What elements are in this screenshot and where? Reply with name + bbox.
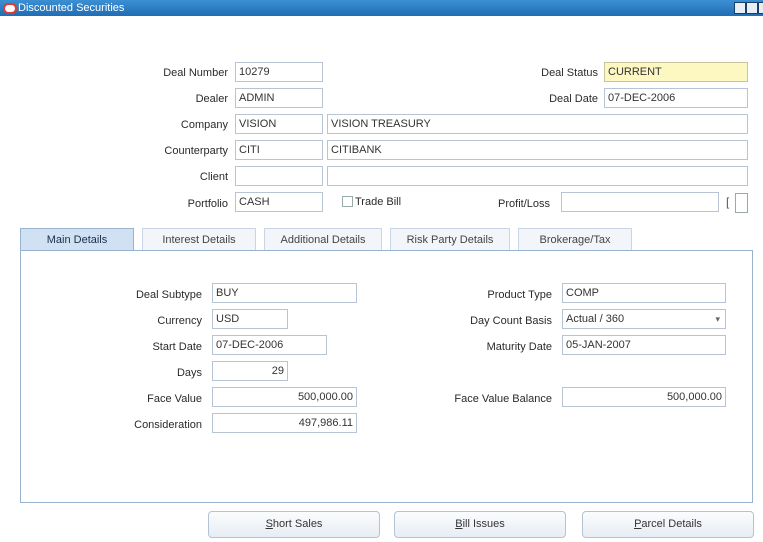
maturity-date-field[interactable]: 05-JAN-2007 [562,335,726,355]
start-date-label: Start Date [152,341,202,353]
deal-status-field[interactable]: CURRENT [604,62,748,82]
client-label: Client [199,171,228,183]
counterparty-name-field[interactable]: CITIBANK [327,140,748,160]
counterparty-label: Counterparty [164,145,228,157]
minimize-icon[interactable] [734,2,746,14]
deal-date-label: Deal Date [549,93,598,105]
company-name-field[interactable]: VISION TREASURY [327,114,748,134]
deal-status-label: Deal Status [541,67,598,79]
trade-bill-checkbox[interactable] [342,196,353,207]
oracle-logo-icon [3,3,17,14]
dealer-field[interactable]: ADMIN [235,88,323,108]
short-sales-button[interactable]: Short Sales [208,511,380,538]
deal-subtype-label: Deal Subtype [135,289,202,301]
face-value-balance-label: Face Value Balance [454,393,552,405]
currency-label: Currency [157,315,202,327]
tab-main-details[interactable]: Main Details [20,228,134,250]
short-sales-accel: S [265,518,273,530]
currency-field[interactable]: USD [212,309,288,329]
day-count-basis-label: Day Count Basis [470,315,552,327]
product-type-field[interactable]: COMP [562,283,726,303]
maximize-icon[interactable] [746,2,758,14]
bracket-glyph: [ [726,195,730,209]
client-code-field[interactable] [235,166,323,186]
day-count-basis-value: Actual / 360 [566,313,625,325]
bill-issues-accel: B [455,518,463,530]
descriptive-flexfield-button[interactable] [735,193,748,213]
company-code-field[interactable]: VISION [235,114,323,134]
tab-risk-party-details[interactable]: Risk Party Details [390,228,510,250]
face-value-balance-field[interactable]: 500,000.00 [562,387,726,407]
days-field[interactable]: 29 [212,361,288,381]
deal-number-field[interactable]: 10279 [235,62,323,82]
portfolio-field[interactable]: CASH [235,192,323,212]
close-icon[interactable] [758,2,763,14]
tab-interest-details[interactable]: Interest Details [142,228,256,250]
bill-issues-label: ill Issues [462,518,505,530]
days-label: Days [176,367,202,379]
start-date-field[interactable]: 07-DEC-2006 [212,335,327,355]
bill-issues-button[interactable]: Bill Issues [394,511,566,538]
window-title: Discounted Securities [18,2,125,14]
face-value-label: Face Value [147,393,202,405]
profit-loss-field[interactable] [561,192,719,212]
face-value-field[interactable]: 500,000.00 [212,387,357,407]
product-type-label: Product Type [487,289,552,301]
dealer-label: Dealer [195,93,228,105]
parcel-details-button[interactable]: Parcel Details [582,511,754,538]
company-label: Company [180,119,228,131]
tab-brokerage-tax[interactable]: Brokerage/Tax [518,228,632,250]
parcel-details-label: arcel Details [641,518,702,530]
deal-subtype-field[interactable]: BUY [212,283,357,303]
day-count-basis-select[interactable]: Actual / 360 ▾ [562,309,726,329]
deal-date-field[interactable]: 07-DEC-2006 [604,88,748,108]
short-sales-label: hort Sales [272,518,323,530]
consideration-field[interactable]: 497,986.11 [212,413,357,433]
profit-loss-label: Profit/Loss [498,198,550,210]
counterparty-code-field[interactable]: CITI [235,140,323,160]
chevron-down-icon[interactable]: ▾ [715,310,720,328]
client-name-field[interactable] [327,166,748,186]
deal-number-label: Deal Number [163,67,228,79]
consideration-label: Consideration [134,419,202,431]
window-titlebar: Discounted Securities [0,0,763,16]
tab-additional-details[interactable]: Additional Details [264,228,382,250]
portfolio-label: Portfolio [187,198,228,210]
trade-bill-label: Trade Bill [355,196,402,208]
maturity-date-label: Maturity Date [486,341,552,353]
